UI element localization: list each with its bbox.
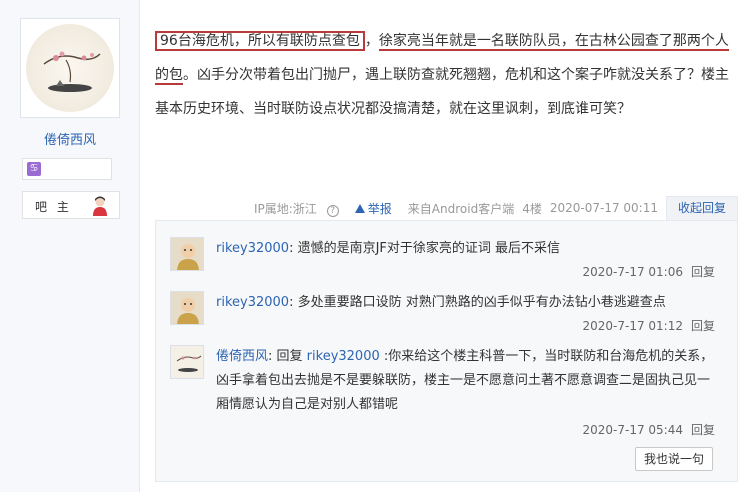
reply-avatar[interactable]	[170, 237, 204, 271]
post-text-part: 。凶手分次带着包出门抛尸，遇上联防查就死翘翘，危机和这个案子咋就没关系了？楼主基…	[155, 67, 729, 117]
collapse-replies-button[interactable]: 收起回复	[665, 196, 738, 220]
reply-time: 2020-7-17 05:44	[582, 423, 683, 437]
reply-button[interactable]: 回复	[691, 423, 715, 437]
reply-text: rikey32000: 遗憾的是南京JF对于徐家亮的证词 最后不采信	[216, 241, 561, 256]
reply-target-username[interactable]: rikey32000	[307, 349, 380, 364]
author-avatar[interactable]	[20, 18, 120, 118]
post-content: 96台海危机，所以有联防点查包 ，徐家亮当年就是一名联防队员，在古林公园查了那两个…	[155, 24, 733, 126]
add-comment-button[interactable]: 我也说一句	[635, 447, 713, 471]
post-time: 2020-07-17 00:11	[549, 201, 658, 215]
reply-username[interactable]: rikey32000	[216, 241, 289, 256]
zodiac-badge-icon: ♋	[27, 162, 41, 176]
reply-text: 倦倚西风: 回复 rikey32000 :你来给这个楼主科普一下，当时联防和台海…	[216, 349, 714, 412]
reply-avatar[interactable]	[170, 345, 204, 379]
reply-meta: 2020-7-17 01:06 回复	[582, 263, 715, 280]
reply-username[interactable]: 倦倚西风	[216, 349, 268, 364]
post-meta-bar: IP属地:浙江? 举报 来自Android客户端 4楼 2020-07-17 0…	[254, 196, 738, 220]
underlined-phrase-continued: 的包	[155, 67, 183, 85]
highlighted-phrase: 96台海危机，所以有联防点查包	[155, 31, 365, 51]
help-icon[interactable]: ?	[326, 204, 339, 217]
warning-icon	[354, 203, 365, 213]
client-source: 来自Android客户端	[407, 201, 515, 216]
report-link[interactable]: 举报	[354, 200, 400, 217]
reply-list: rikey32000: 遗憾的是南京JF对于徐家亮的证词 最后不采信 2020-…	[155, 220, 738, 482]
post-main: 96台海危机，所以有联防点查包 ，徐家亮当年就是一名联防队员，在古林公园查了那两个…	[141, 0, 738, 492]
reply-button[interactable]: 回复	[691, 265, 715, 279]
author-username[interactable]: 倦倚西风	[0, 129, 140, 148]
underlined-phrase: 徐家亮当年就是一名联防队员，在古林公园查了那两个人	[378, 33, 729, 51]
reply-time: 2020-7-17 01:06	[582, 265, 683, 279]
reply-time: 2020-7-17 01:12	[582, 319, 683, 333]
reply-meta: 2020-7-17 05:44 回复	[582, 421, 715, 438]
post-text-part: ，	[364, 33, 379, 49]
moderator-role-badge[interactable]: 吧 主	[22, 191, 120, 219]
reply-meta: 2020-7-17 01:12 回复	[582, 317, 715, 334]
badge-box: ♋	[22, 158, 112, 180]
ip-location: IP属地:浙江?	[254, 200, 347, 217]
ink-painting-avatar-image	[26, 24, 114, 112]
role-label: 吧 主	[35, 200, 72, 214]
reply-username[interactable]: rikey32000	[216, 295, 289, 310]
moderator-avatar-icon	[93, 196, 107, 216]
reply-avatar[interactable]	[170, 291, 204, 325]
reply-button[interactable]: 回复	[691, 319, 715, 333]
floor-number: 4楼	[522, 201, 542, 216]
reply-text: rikey32000: 多处重要路口设防 对熟门熟路的凶手似乎有办法钻小巷逃避查…	[216, 295, 666, 310]
author-sidebar: 倦倚西风 ♋ 吧 主	[0, 0, 140, 492]
